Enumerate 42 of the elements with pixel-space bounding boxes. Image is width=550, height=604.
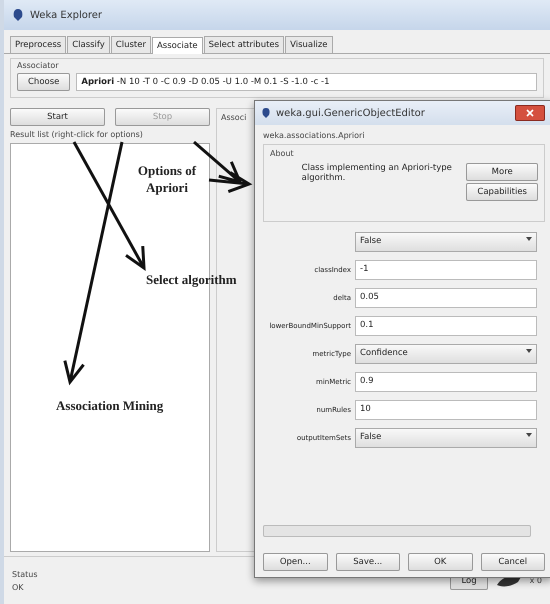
property-field[interactable]: 0.05	[355, 288, 537, 308]
property-field[interactable]: -1	[355, 260, 537, 280]
choose-button[interactable]: Choose	[17, 73, 70, 91]
tab[interactable]: Select attributes	[204, 36, 284, 53]
status-text: OK	[12, 582, 25, 592]
dialog-button[interactable]: Cancel	[480, 553, 545, 571]
annotation-text: Association Mining	[56, 398, 164, 414]
property-dropdown[interactable]: False	[355, 428, 537, 448]
tab[interactable]: Preprocess	[10, 36, 66, 53]
dropdown-arrow-icon	[526, 432, 532, 438]
dialog-title: weka.gui.GenericObjectEditor	[276, 108, 425, 118]
property-dropdown[interactable]: Confidence	[355, 344, 537, 364]
scheme-field[interactable]: Apriori -N 10 -T 0 -C 0.9 -D 0.05 -U 1.0 -M 0.1 -S -1.0 -c -1	[76, 73, 537, 91]
property-field[interactable]: 10	[355, 400, 537, 420]
horizontal-scrollbar[interactable]	[263, 525, 531, 537]
tab[interactable]: Classify	[67, 36, 110, 53]
property-field[interactable]: 0.9	[355, 372, 537, 392]
dialog-button[interactable]: Save...	[336, 553, 400, 571]
about-label: About	[270, 149, 294, 160]
dialog-button[interactable]: OK	[408, 553, 472, 571]
more-button[interactable]: More	[466, 163, 538, 181]
class-name: weka.associations.Apriori	[263, 131, 366, 140]
tab[interactable]: Associate	[152, 37, 203, 54]
dropdown-arrow-icon	[526, 348, 532, 354]
capabilities-button[interactable]: Capabilities	[466, 183, 538, 201]
annotation-text: Options of Apriori	[136, 163, 198, 197]
output-label: Associ	[221, 113, 246, 122]
property-dropdown[interactable]: False	[355, 232, 537, 252]
status-label: Status	[12, 570, 38, 578]
property-field[interactable]: 0.1	[355, 316, 537, 336]
close-button[interactable]	[515, 105, 545, 121]
start-button[interactable]: Start	[10, 108, 105, 126]
dropdown-arrow-icon	[526, 236, 532, 242]
about-text: Class implementing an Apriori-type algorithm.	[302, 162, 453, 185]
result-list-label: Result list (right-click for options)	[10, 130, 144, 139]
tab[interactable]: Visualize	[285, 36, 333, 53]
window-title: Weka Explorer	[30, 10, 102, 20]
group-label: Associator	[17, 61, 60, 70]
tab[interactable]: Cluster	[110, 36, 151, 53]
annotation-text: Select algorithm	[146, 272, 237, 288]
close-icon	[526, 109, 534, 117]
dialog-button[interactable]: Open...	[263, 553, 328, 571]
